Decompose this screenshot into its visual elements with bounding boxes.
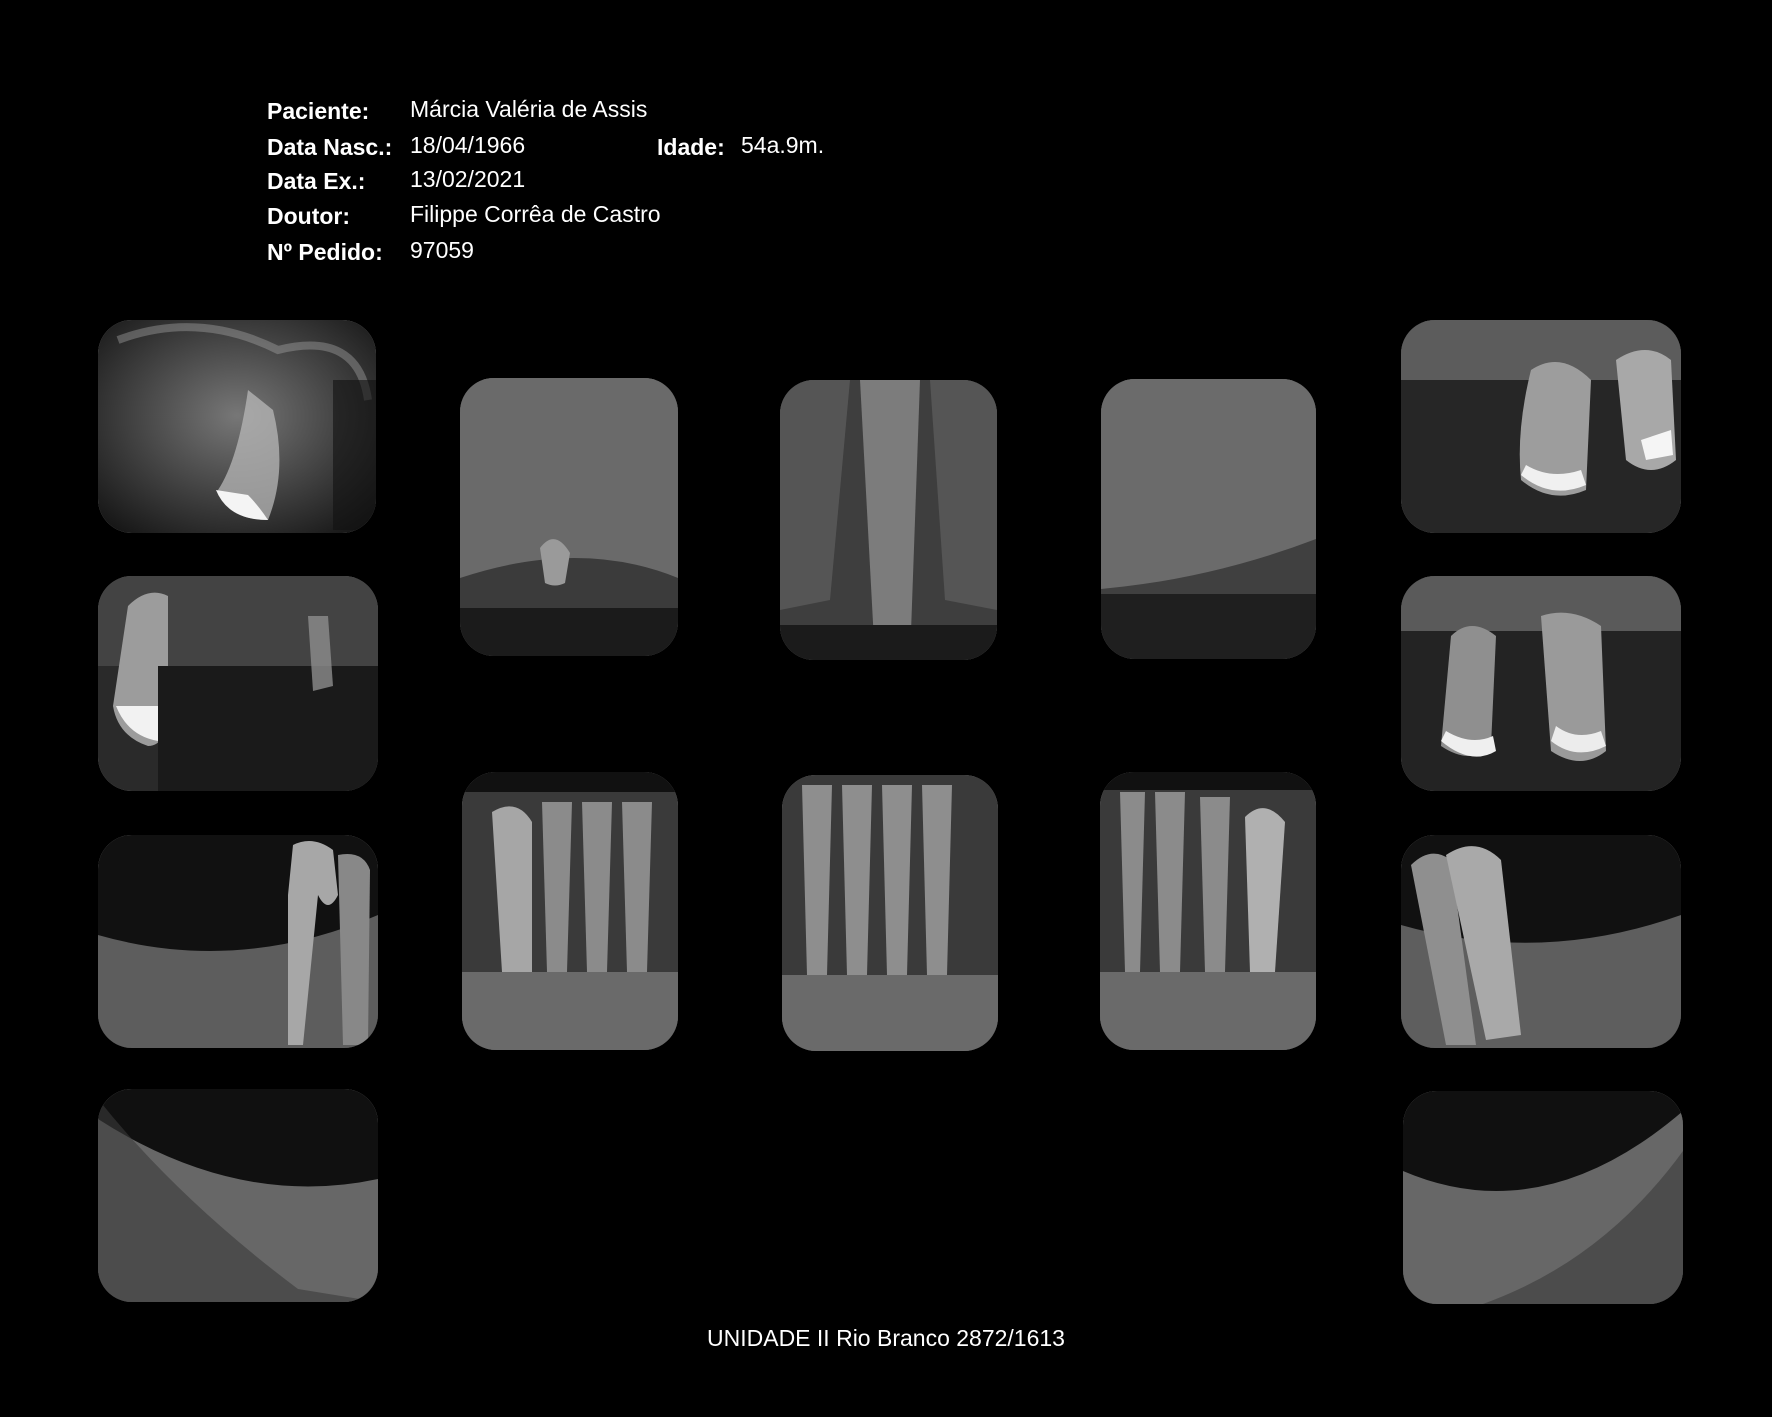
radiograph-image — [782, 775, 998, 1051]
order-number-label: Nº Pedido: — [267, 239, 383, 265]
radiograph-image — [460, 378, 678, 656]
order-number-value: 97059 — [410, 237, 474, 263]
radiograph-upper-left-canine[interactable] — [1101, 379, 1316, 659]
age-label: Idade: — [657, 134, 725, 160]
unit-footer: UNIDADE II Rio Branco 2872/1613 — [707, 1325, 1065, 1351]
exam-date-value: 13/02/2021 — [410, 166, 526, 192]
patient-label: Paciente: — [267, 98, 370, 124]
patient-info-panel: Paciente: Márcia Valéria de Assis Data N… — [0, 0, 1772, 280]
radiograph-image — [1401, 576, 1681, 791]
radiograph-upper-left-premolar[interactable] — [1401, 576, 1681, 791]
radiograph-lower-left-ramus[interactable] — [1403, 1091, 1683, 1304]
radiograph-image — [1401, 835, 1681, 1048]
radiograph-image — [98, 576, 378, 791]
radiograph-lower-right-molar[interactable] — [98, 835, 378, 1048]
radiograph-image — [1100, 772, 1316, 1050]
radiograph-image — [98, 320, 376, 533]
radiograph-image — [1401, 320, 1681, 533]
radiograph-image — [98, 1089, 378, 1302]
radiograph-image — [98, 835, 378, 1048]
exam-date-label: Data Ex.: — [267, 168, 366, 194]
birth-date-label: Data Nasc.: — [267, 134, 393, 160]
doctor-name: Filippe Corrêa de Castro — [410, 201, 661, 227]
radiograph-image — [1101, 379, 1316, 659]
radiograph-upper-incisors[interactable] — [780, 380, 997, 660]
doctor-label: Doutor: — [267, 203, 351, 229]
radiograph-lower-left-canine[interactable] — [1100, 772, 1316, 1050]
radiograph-lower-incisors[interactable] — [782, 775, 998, 1051]
radiograph-upper-right-canine[interactable] — [460, 378, 678, 656]
radiograph-lower-left-molar[interactable] — [1401, 835, 1681, 1048]
age-value: 54a.9m. — [741, 132, 825, 158]
radiograph-lower-right-canine[interactable] — [462, 772, 678, 1050]
radiograph-lower-right-ramus[interactable] — [98, 1089, 378, 1302]
radiograph-image — [462, 772, 678, 1050]
patient-name: Márcia Valéria de Assis — [410, 96, 648, 122]
radiograph-upper-right-premolar[interactable] — [98, 576, 378, 791]
radiograph-image — [780, 380, 997, 660]
radiograph-image — [1403, 1091, 1683, 1304]
radiograph-upper-right-molar[interactable] — [98, 320, 376, 533]
birth-date-value: 18/04/1966 — [410, 132, 526, 158]
radiograph-upper-left-molar[interactable] — [1401, 320, 1681, 533]
